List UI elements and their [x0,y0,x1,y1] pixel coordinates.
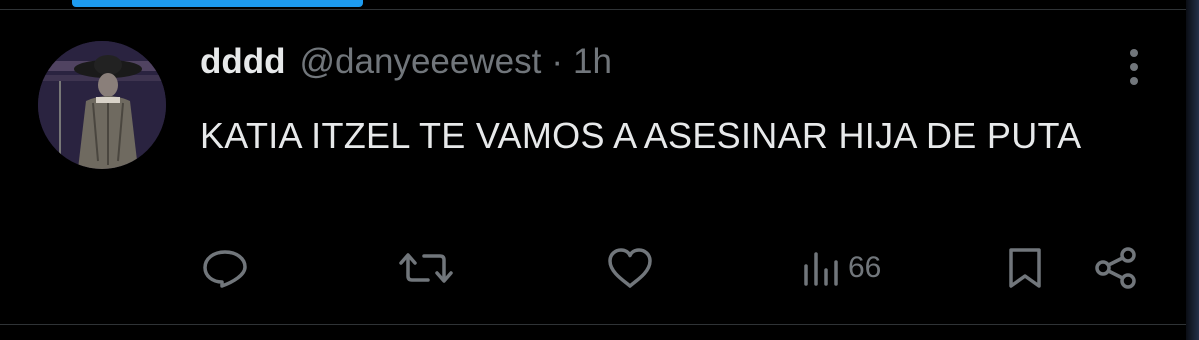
share-button[interactable] [1092,246,1140,290]
display-name[interactable]: dddd [200,42,286,82]
right-edge-decoration [1186,0,1199,340]
reply-button[interactable] [200,246,250,290]
bookmark-icon [1009,248,1041,288]
views-button[interactable]: 66 [802,246,881,290]
user-handle[interactable]: @danyeeewest [300,42,542,82]
like-button[interactable] [606,246,654,290]
views-chart-icon [804,252,838,286]
tweet-header: dddd @danyeeewest · 1h [200,42,612,86]
share-icon [1095,247,1136,289]
heart-icon [608,248,652,288]
top-tab-indicator [72,0,363,7]
retweet-button[interactable] [398,246,454,290]
more-vertical-icon [1130,49,1138,85]
bookmark-button[interactable] [1005,246,1045,290]
retweet-icon [399,253,453,283]
views-count: 66 [848,251,882,284]
bottom-divider [0,324,1186,325]
more-options-button[interactable] [1119,45,1149,89]
separator-dot: · [551,42,563,81]
reply-icon [203,250,247,288]
timestamp[interactable]: 1h [573,42,612,82]
top-divider [0,9,1186,10]
tweet-text: KATIA ITZEL TE VAMOS A ASESINAR HIJA DE … [200,115,1082,156]
avatar[interactable] [38,41,166,169]
